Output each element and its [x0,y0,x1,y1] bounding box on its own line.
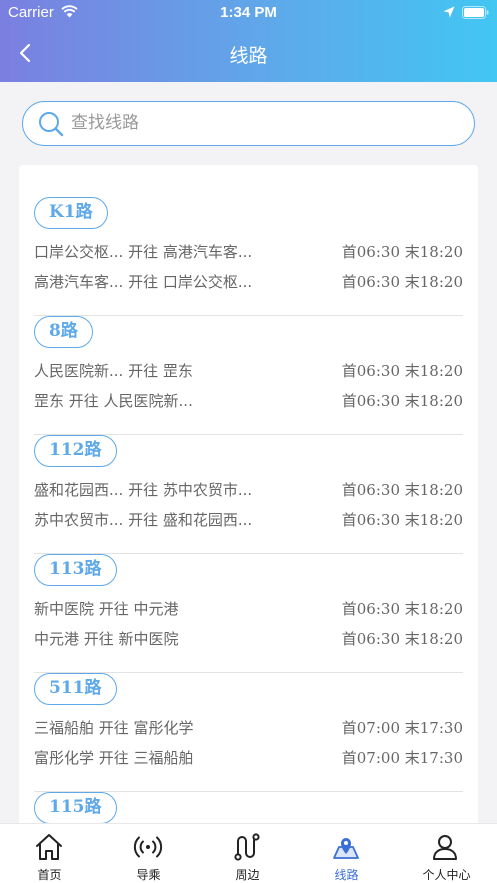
route-direction-row[interactable]: 盛和花园西... 开往 苏中农贸市... 首06:30 末18:20 [34,479,463,501]
route-hours: 首06:30 末18:20 [341,630,463,648]
tab-home[interactable]: 首页 [0,824,99,883]
page-title: 线路 [229,45,268,67]
route-direction: 人民医院新... 开往 罡东 [34,362,193,380]
tab-label: 导乘 [136,868,161,882]
tab-profile[interactable]: 个人中心 [396,824,497,883]
route-direction-row[interactable]: 人民医院新... 开往 罡东 首06:30 末18:20 [34,360,463,382]
location-arrow-icon [443,6,455,18]
route-direction-row[interactable]: 中元港 开往 新中医院 首06:30 末18:20 [34,628,463,650]
map-pin-icon [333,838,359,859]
route-item[interactable]: 8路 人民医院新... 开往 罡东 首06:30 末18:20 罡东 开往 人民… [34,316,463,435]
route-hours: 首06:30 末18:20 [341,481,463,499]
broadcast-icon [133,836,163,858]
tab-label: 线路 [334,868,359,882]
route-direction-row[interactable]: 罡东 开往 人民医院新... 首06:30 末18:20 [34,390,463,412]
tab-guide[interactable]: 导乘 [99,824,198,883]
route-badge[interactable]: 8路 [34,316,93,348]
search-input[interactable] [71,102,461,144]
user-icon [433,835,457,860]
route-item[interactable]: 112路 盛和花园西... 开往 苏中农贸市... 首06:30 末18:20 … [34,435,463,554]
route-hours: 首06:30 末18:20 [341,511,463,529]
tab-label: 个人中心 [422,868,471,882]
route-badge[interactable]: K1路 [34,197,108,229]
route-badge[interactable]: 112路 [34,435,117,467]
home-icon [36,834,62,860]
route-item[interactable]: K1路 口岸公交枢... 开往 高港汽车客... 首06:30 末18:20 高… [34,197,463,316]
route-direction: 高港汽车客... 开往 口岸公交枢... [34,273,253,291]
route-direction-row[interactable]: 苏中农贸市... 开往 盛和花园西... 首06:30 末18:20 [34,509,463,531]
route-direction-row[interactable]: 口岸公交枢... 开往 高港汽车客... 首06:30 末18:20 [34,241,463,263]
route-hours: 首07:00 末17:30 [341,749,463,767]
route-direction-row[interactable]: 三福船舶 开往 富彤化学 首07:00 末17:30 [34,717,463,739]
route-hours: 首06:30 末18:20 [341,600,463,618]
tab-label: 周边 [235,868,260,882]
status-time: 1:34 PM [220,4,277,21]
route-direction-row[interactable]: 高港汽车客... 开往 口岸公交枢... 首06:30 末18:20 [34,271,463,293]
tab-bar: 首页 导乘 周边 线路 个人中心 [0,823,497,883]
route-badge[interactable]: 115路 [34,792,117,824]
route-item[interactable]: 113路 新中医院 开往 中元港 首06:30 末18:20 中元港 开往 新中… [34,554,463,673]
route-direction: 盛和花园西... 开往 苏中农贸市... [34,481,253,499]
route-badge[interactable]: 511路 [34,673,117,705]
route-hours: 首06:30 末18:20 [341,243,463,261]
search-icon [39,112,64,137]
route-list: K1路 口岸公交枢... 开往 高港汽车客... 首06:30 末18:20 高… [19,165,478,845]
route-direction: 罡东 开往 人民医院新... [34,392,193,410]
route-direction: 苏中农贸市... 开往 盛和花园西... [34,511,253,529]
route-hours: 首06:30 末18:20 [341,362,463,380]
tab-nearby[interactable]: 周边 [198,824,297,883]
route-item[interactable]: 511路 三福船舶 开往 富彤化学 首07:00 末17:30 富彤化学 开往 … [34,673,463,792]
battery-icon [462,6,489,19]
route-direction: 中元港 开往 新中医院 [34,630,179,648]
route-direction-row[interactable]: 新中医院 开往 中元港 首06:30 末18:20 [34,598,463,620]
route-hours: 首07:00 末17:30 [341,719,463,737]
route-hours: 首06:30 末18:20 [341,392,463,410]
route-direction-row[interactable]: 富彤化学 开往 三福船舶 首07:00 末17:30 [34,747,463,769]
status-bar: Carrier 1:34 PM [0,0,497,26]
route-direction: 三福船舶 开往 富彤化学 [34,719,194,737]
route-path-icon [234,833,260,861]
app-header: Carrier 1:34 PM 线路 [0,0,497,82]
tab-label: 首页 [37,868,62,882]
route-direction: 口岸公交枢... 开往 高港汽车客... [34,243,253,261]
route-badge[interactable]: 113路 [34,554,117,586]
tab-routes[interactable]: 线路 [297,824,396,883]
route-hours: 首06:30 末18:20 [341,273,463,291]
search-bar[interactable] [22,101,475,146]
route-direction: 富彤化学 开往 三福船舶 [34,749,194,767]
route-direction: 新中医院 开往 中元港 [34,600,179,618]
